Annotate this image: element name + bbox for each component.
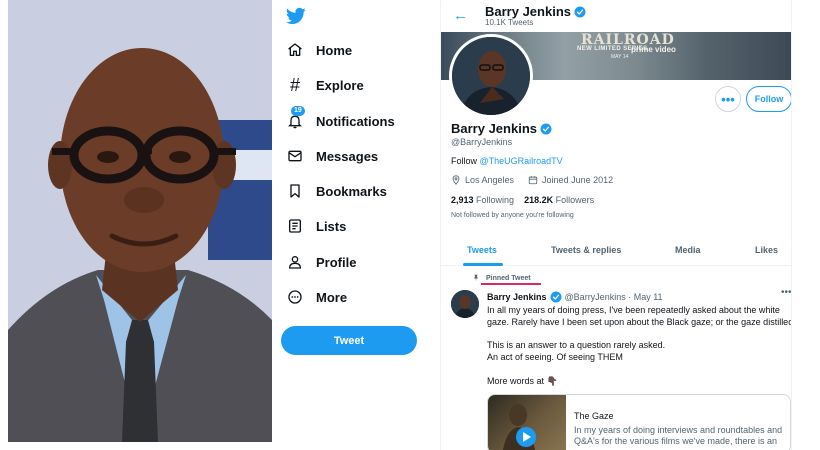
- bell-icon: 19: [286, 106, 305, 130]
- list-icon: [286, 217, 304, 235]
- bio-mention-link[interactable]: @TheUGRailroadTV: [480, 156, 563, 166]
- tweet-body: In all my years of doing press, I've bee…: [487, 305, 791, 388]
- profile-handle: @BarryJenkins: [451, 137, 513, 147]
- profile-tabs: Tweets Tweets & replies Media Likes: [441, 236, 791, 266]
- tab-tweets[interactable]: Tweets: [467, 245, 497, 255]
- verified-badge-icon: [540, 123, 552, 134]
- following-link[interactable]: 2,913 Following: [451, 195, 514, 205]
- banner-date-line: MAY 14: [611, 54, 629, 60]
- tweet-line: This is an answer to a question rarely a…: [487, 340, 666, 351]
- nav-label-messages: Messages: [316, 148, 379, 164]
- person-icon: [286, 253, 304, 271]
- following-label: Following: [476, 195, 515, 205]
- profile-name-row: Barry Jenkins: [451, 121, 552, 136]
- card-thumbnail: [488, 395, 566, 450]
- tab-likes[interactable]: Likes: [755, 245, 778, 255]
- nav-item-more[interactable]: More: [286, 284, 347, 310]
- nav-item-bookmarks[interactable]: Bookmarks: [286, 178, 387, 204]
- profile-topbar: ← Barry Jenkins 10.1K Tweets: [441, 0, 791, 32]
- tweet-line: In all my years of doing press, I've bee…: [487, 305, 780, 315]
- profile-avatar[interactable]: [449, 34, 533, 118]
- sidebar-nav: Home # Explore 19 Notifications Messages…: [272, 0, 440, 450]
- header-tweet-count: 10.1K Tweets: [485, 18, 534, 27]
- banner-network-logo: prime video: [631, 45, 676, 54]
- tab-tweets-and-replies[interactable]: Tweets & replies: [551, 245, 621, 255]
- tweet-header: Barry Jenkins @BarryJenkins · May 11: [487, 291, 663, 303]
- tweet-avatar-image: [451, 290, 479, 318]
- tweet-line: More words at 👇🏿: [487, 375, 558, 386]
- tweet-button[interactable]: Tweet: [281, 326, 417, 355]
- card-thumbnail-image: [502, 404, 536, 450]
- nav-label-more: More: [316, 289, 348, 305]
- tweet-author-avatar[interactable]: [451, 290, 479, 318]
- profile-name: Barry Jenkins: [451, 121, 537, 136]
- follow-button[interactable]: Follow: [746, 86, 791, 112]
- profile-stats: 2,913 Following 218.2K Followers: [451, 195, 594, 205]
- follow-context-note: Not followed by anyone you're following: [451, 212, 574, 219]
- profile-more-button[interactable]: •••: [715, 86, 741, 112]
- home-icon: [286, 41, 304, 59]
- profile-avatar-image: [452, 37, 530, 115]
- hashtag-icon: #: [289, 74, 300, 95]
- bio-prefix: Follow: [451, 156, 480, 166]
- nav-item-messages[interactable]: Messages: [286, 143, 378, 169]
- pin-icon: [473, 274, 479, 282]
- followers-count: 218.2K: [524, 195, 554, 205]
- verified-badge-icon: [550, 291, 562, 303]
- profile-meta: Los Angeles Joined June 2012: [451, 175, 613, 185]
- nav-item-home[interactable]: Home: [286, 37, 352, 63]
- tweet-handle-date[interactable]: @BarryJenkins · May 11: [565, 292, 663, 302]
- annotation-underline: [481, 283, 541, 285]
- active-tab-indicator: [463, 263, 503, 266]
- pinned-tweet-text: Pinned Tweet: [486, 274, 531, 282]
- tweet-line: gaze. Rarely have I been set upon about …: [487, 316, 792, 327]
- profile-column: ← Barry Jenkins 10.1K Tweets RAILROAD NE…: [440, 0, 792, 450]
- notification-badge: 19: [291, 106, 305, 116]
- tweet-author-name[interactable]: Barry Jenkins: [487, 292, 547, 302]
- tab-media[interactable]: Media: [675, 245, 701, 255]
- header-name: Barry Jenkins: [485, 4, 571, 19]
- verified-badge-icon: [574, 6, 586, 17]
- nav-label-home: Home: [316, 42, 353, 58]
- card-title: The Gaze: [574, 411, 614, 421]
- nav-label-explore: Explore: [316, 77, 364, 93]
- profile-bio: Follow @TheUGRailroadTV: [451, 156, 563, 166]
- following-count: 2,913: [451, 195, 474, 205]
- nav-label-profile: Profile: [316, 254, 357, 270]
- nav-label-notifications: Notifications: [316, 113, 395, 129]
- portrait-photo: [8, 0, 272, 442]
- nav-item-lists[interactable]: Lists: [286, 213, 346, 239]
- tweet-line: An act of seeing. Of seeing THEM: [487, 352, 623, 363]
- pinned-tweet-label: Pinned Tweet: [472, 274, 531, 282]
- nav-label-lists: Lists: [316, 218, 347, 234]
- envelope-icon: [286, 147, 304, 165]
- followers-label: Followers: [555, 195, 595, 205]
- card-description: In my years of doing interviews and roun…: [574, 425, 783, 446]
- nav-label-bookmarks: Bookmarks: [316, 183, 387, 199]
- followers-link[interactable]: 218.2K Followers: [524, 195, 594, 205]
- tweet-more-icon[interactable]: •••: [781, 287, 791, 298]
- nav-item-notifications[interactable]: 19 Notifications: [286, 106, 395, 134]
- bookmark-icon: [286, 182, 304, 200]
- location-pin-icon: [452, 175, 460, 185]
- header-name-row: Barry Jenkins: [485, 4, 586, 19]
- nav-item-profile[interactable]: Profile: [286, 249, 356, 275]
- more-circle-icon: [286, 288, 304, 306]
- profile-location: Los Angeles: [465, 175, 515, 185]
- back-arrow-icon[interactable]: ←: [453, 7, 468, 24]
- calendar-icon: [528, 176, 538, 185]
- profile-joined: Joined June 2012: [542, 175, 614, 185]
- twitter-logo-icon[interactable]: [286, 6, 306, 26]
- nav-item-explore[interactable]: # Explore: [286, 72, 364, 98]
- portrait-image: [8, 0, 272, 442]
- link-preview-card[interactable]: The Gaze In my years of doing interviews…: [487, 394, 791, 450]
